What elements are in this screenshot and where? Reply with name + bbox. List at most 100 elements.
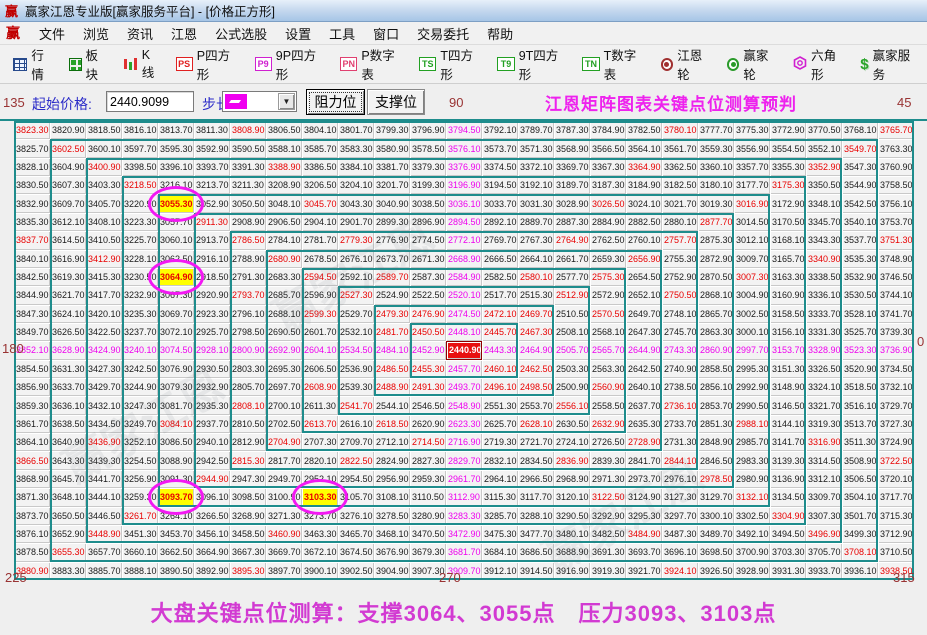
grid-cell: 2764.90 [554, 231, 590, 249]
toolbar-item-行情[interactable]: 行情 [6, 49, 62, 82]
grid-cell: 2990.50 [734, 396, 770, 414]
grid-cell: 3259.30 [122, 488, 158, 506]
grid-cell: 2901.70 [338, 213, 374, 231]
menu-item-帮助[interactable]: 帮助 [478, 21, 522, 46]
grid-cell: 2527.30 [338, 286, 374, 304]
step-combobox[interactable]: ▼ [222, 91, 297, 112]
grid-cell: 3876.10 [14, 525, 50, 543]
grid-cell: 3168.10 [770, 231, 806, 249]
menu-item-交易委托[interactable]: 交易委托 [408, 21, 478, 46]
grid-cell: 3408.10 [86, 213, 122, 231]
grid-cell: 3165.70 [770, 250, 806, 268]
grid-cell: 2772.10 [446, 231, 482, 249]
grid-cell: 3069.70 [158, 305, 194, 323]
grid-cell: 3729.70 [878, 396, 914, 414]
menu-item-资讯[interactable]: 资讯 [118, 21, 162, 46]
grid-cell: 2534.50 [338, 341, 374, 359]
grid-cell: 3751.30 [878, 231, 914, 249]
grid-cell: 3636.10 [50, 396, 86, 414]
support-button[interactable]: 支撑位 [367, 89, 425, 115]
toolbar-item-六角形[interactable]: 六角形 [786, 49, 853, 82]
grid-cell: 3427.30 [86, 360, 122, 378]
grid-cell: 3021.70 [662, 194, 698, 212]
grid-cell: 3283.30 [446, 507, 482, 525]
grid-cell: 3708.10 [842, 543, 878, 561]
toolbar-item-江恩轮[interactable]: 江恩轮 [654, 49, 720, 82]
grid-cell: 3136.90 [770, 470, 806, 488]
combo-dropdown-icon[interactable]: ▼ [278, 93, 295, 110]
grid-cell: 2522.50 [410, 286, 446, 304]
menu-item-文件[interactable]: 文件 [30, 21, 74, 46]
grid-cell: 2906.50 [266, 213, 302, 231]
grid-cell: 3422.50 [86, 323, 122, 341]
system-menu-icon[interactable]: 赢 [6, 23, 20, 43]
grid-cell: 3290.50 [554, 507, 590, 525]
toolbar-item-赢家服务[interactable]: $ 赢家服务 [853, 49, 927, 82]
grid-cell: 3271.30 [266, 507, 302, 525]
resistance-button[interactable]: 阻力位 [306, 89, 365, 115]
grid-cell: 3482.50 [590, 525, 626, 543]
toolbar-item-K线[interactable]: K线 [116, 48, 168, 80]
grid-cell: 3602.50 [50, 139, 86, 157]
grid-cell: 3252.10 [122, 433, 158, 451]
grid-cell: 3775.30 [734, 121, 770, 139]
toolbar-item-板块[interactable]: 板块 [62, 49, 116, 82]
grid-cell: 3033.70 [482, 194, 518, 212]
grid-cell: 3026.50 [590, 194, 626, 212]
grid-cell: 3746.50 [878, 268, 914, 286]
grid-cell: 3820.90 [50, 121, 86, 139]
grid-cell: 2707.30 [302, 433, 338, 451]
toolbar-item-赢家轮[interactable]: 赢家轮 [720, 49, 786, 82]
menu-item-设置[interactable]: 设置 [276, 21, 320, 46]
menu-item-公式选股[interactable]: 公式选股 [206, 21, 276, 46]
grid-cell: 3590.50 [230, 139, 266, 157]
start-price-label: 起始价格: [32, 96, 92, 112]
key-level-cell: 3055.30 [158, 194, 194, 213]
toolbar-item-9T四方形[interactable]: T9 9T四方形 [490, 49, 575, 82]
grid-cell: 3163.30 [770, 268, 806, 286]
grid-cell: 2587.30 [410, 268, 446, 286]
grid-cell: 3379.30 [410, 158, 446, 176]
menu-item-窗口[interactable]: 窗口 [364, 21, 408, 46]
grid-cell: 2445.70 [482, 323, 518, 341]
grid-cell: 3885.70 [86, 562, 122, 580]
grid-cell: 2800.90 [230, 341, 266, 359]
grid-cell: 2654.50 [626, 268, 662, 286]
grid-cell: 3086.50 [158, 433, 194, 451]
grid-cell: 2575.30 [590, 268, 626, 286]
grid-cell: 2536.90 [338, 360, 374, 378]
toolbar-item-label: 板块 [85, 49, 99, 82]
grid-cell: 3501.70 [842, 507, 878, 525]
toolbar-item-T四方形[interactable]: TS T四方形 [412, 49, 490, 82]
grid-cell: 3744.10 [878, 286, 914, 304]
grid-cell: 3804.10 [302, 121, 338, 139]
toolbar-item-P数字表[interactable]: PN P数字表 [333, 49, 412, 82]
menu-item-工具[interactable]: 工具 [320, 21, 364, 46]
start-price-input[interactable] [106, 91, 194, 112]
grid-cell: 2613.70 [302, 415, 338, 433]
grid-cell: 3254.50 [122, 451, 158, 469]
grid-cell: 2505.70 [554, 341, 590, 359]
grid-cell: 2716.90 [446, 433, 482, 451]
grid-cell: 2858.50 [698, 360, 734, 378]
grid-cell: 3823.30 [14, 121, 50, 139]
toolbar-item-9P四方形[interactable]: P9 9P四方形 [248, 49, 334, 82]
grid-cell: 3715.30 [878, 507, 914, 525]
menu-item-江恩[interactable]: 江恩 [162, 21, 206, 46]
grid-cell: 3151.30 [770, 360, 806, 378]
grid-cell: 2973.70 [626, 470, 662, 488]
toolbar-item-P四方形[interactable]: PS P四方形 [169, 49, 248, 82]
menu-item-浏览[interactable]: 浏览 [74, 21, 118, 46]
grid-cell: 3604.90 [50, 158, 86, 176]
grid-cell: 3112.90 [446, 488, 482, 506]
grid-cell: 3847.30 [14, 305, 50, 323]
grid-cell: 2968.90 [554, 470, 590, 488]
grid-cell: 3492.10 [734, 525, 770, 543]
toolbar-item-T数字表[interactable]: TN T数字表 [575, 49, 653, 82]
grid-cell: 2853.70 [698, 396, 734, 414]
grid-cell: 2740.90 [662, 360, 698, 378]
grid-cell: 2594.50 [302, 268, 338, 286]
grid-cell: 2584.90 [446, 268, 482, 286]
grid-cell: 2520.10 [446, 286, 482, 304]
grid-cell: 2558.50 [590, 396, 626, 414]
